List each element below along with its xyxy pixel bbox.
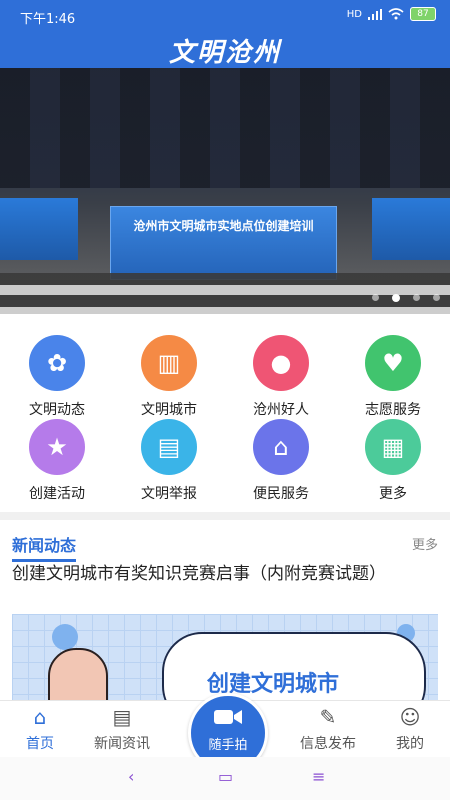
menu-item-label: 更多 <box>379 486 407 502</box>
tab-mine[interactable]: ☺ 我的 <box>370 705 450 753</box>
tab-label: 我的 <box>396 736 424 752</box>
news-section-title[interactable]: 新闻动态 <box>12 532 77 562</box>
menu-item-label: 文明城市 <box>141 402 197 418</box>
network-icon: HD <box>346 8 362 20</box>
signal-icon <box>368 8 382 20</box>
report-icon: ▤ <box>141 419 197 475</box>
menu-item-label: 志愿服务 <box>365 402 421 418</box>
status-time: 下午1:46 <box>20 12 76 27</box>
home-square-icon[interactable]: ▭ <box>218 767 233 786</box>
news-section: 新闻动态 更多 创建文明城市有奖知识竞赛启事（内附竞赛试题） 创建文明城市 <box>0 520 450 710</box>
house-icon: ⌂ <box>253 419 309 475</box>
banner-side-screen <box>0 198 78 260</box>
snapshot-label: 随手拍 <box>208 738 248 753</box>
building-icon: ▥ <box>141 335 197 391</box>
edit-icon: ✎ <box>319 705 337 729</box>
carousel-dots <box>372 294 440 302</box>
carousel-dot-active[interactable] <box>392 294 400 302</box>
newspaper-icon: ▤ <box>112 705 132 729</box>
menu-item-label: 文明举报 <box>141 486 197 502</box>
video-camera-icon <box>191 706 265 732</box>
tab-label: 信息发布 <box>300 736 356 752</box>
menu-item-label: 沧州好人 <box>253 402 309 418</box>
grid-icon: ▦ <box>365 419 421 475</box>
menu-item-chuangjian-huodong[interactable]: ★ 创建活动 <box>12 419 102 502</box>
tab-home[interactable]: ⌂ 首页 <box>0 705 80 753</box>
app-header: 文明沧州 <box>0 30 450 68</box>
home-icon: ⌂ <box>33 705 47 729</box>
status-icons: HD 87 <box>347 7 436 21</box>
tab-label: 新闻资讯 <box>94 736 150 752</box>
news-headline[interactable]: 创建文明城市有奖知识竞赛启事（内附竞赛试题） <box>12 562 438 586</box>
menu-grid: ✿ 文明动态 ▥ 文明城市 ● 沧州好人 ♥ 志愿服务 ★ 创建活动 ▤ 文明举… <box>0 325 450 505</box>
back-icon[interactable]: ‹ <box>128 767 134 786</box>
menu-lines-icon[interactable]: ≡ <box>312 767 325 786</box>
volunteer-icon: ♥ <box>365 335 421 391</box>
status-bar: 下午1:46 HD 87 <box>0 0 450 30</box>
menu-item-wenming-jubao[interactable]: ▤ 文明举报 <box>124 419 214 502</box>
star-icon: ★ <box>29 419 85 475</box>
tab-publish[interactable]: ✎ 信息发布 <box>288 705 368 753</box>
banner-screen-text: 沧州市文明城市实地点位创建培训 <box>133 219 314 233</box>
menu-item-cangzhou-haoren[interactable]: ● 沧州好人 <box>236 335 326 418</box>
banner-screen: 沧州市文明城市实地点位创建培训 <box>110 206 337 280</box>
menu-item-zhiyuan-fuwu[interactable]: ♥ 志愿服务 <box>348 335 438 418</box>
menu-item-wenming-dongtai[interactable]: ✿ 文明动态 <box>12 335 102 418</box>
decor-circle <box>52 624 78 650</box>
system-navigation-bar: ‹ ▭ ≡ <box>0 757 450 800</box>
wifi-icon <box>388 8 404 20</box>
tab-label: 首页 <box>26 736 54 752</box>
user-icon: ☺ <box>399 705 421 729</box>
section-divider <box>0 512 450 520</box>
banner-side-screen <box>372 198 450 260</box>
carousel-dot[interactable] <box>433 294 440 301</box>
carousel-dot[interactable] <box>413 294 420 301</box>
tab-news[interactable]: ▤ 新闻资讯 <box>82 705 162 753</box>
person-icon: ● <box>253 335 309 391</box>
menu-item-label: 便民服务 <box>253 486 309 502</box>
carousel-dot[interactable] <box>372 294 379 301</box>
menu-item-more[interactable]: ▦ 更多 <box>348 419 438 502</box>
menu-item-wenming-chengshi[interactable]: ▥ 文明城市 <box>124 335 214 418</box>
menu-item-label: 创建活动 <box>29 486 85 502</box>
menu-item-label: 文明动态 <box>29 402 85 418</box>
banner-carousel[interactable]: 沧州市文明城市实地点位创建培训 <box>0 68 450 314</box>
flower-icon: ✿ <box>29 335 85 391</box>
menu-item-bianmin-fuwu[interactable]: ⌂ 便民服务 <box>236 419 326 502</box>
news-more-link[interactable]: 更多 <box>412 534 438 553</box>
battery-icon: 87 <box>410 7 436 21</box>
banner-image <box>0 68 450 188</box>
app-title: 文明沧州 <box>168 38 281 68</box>
